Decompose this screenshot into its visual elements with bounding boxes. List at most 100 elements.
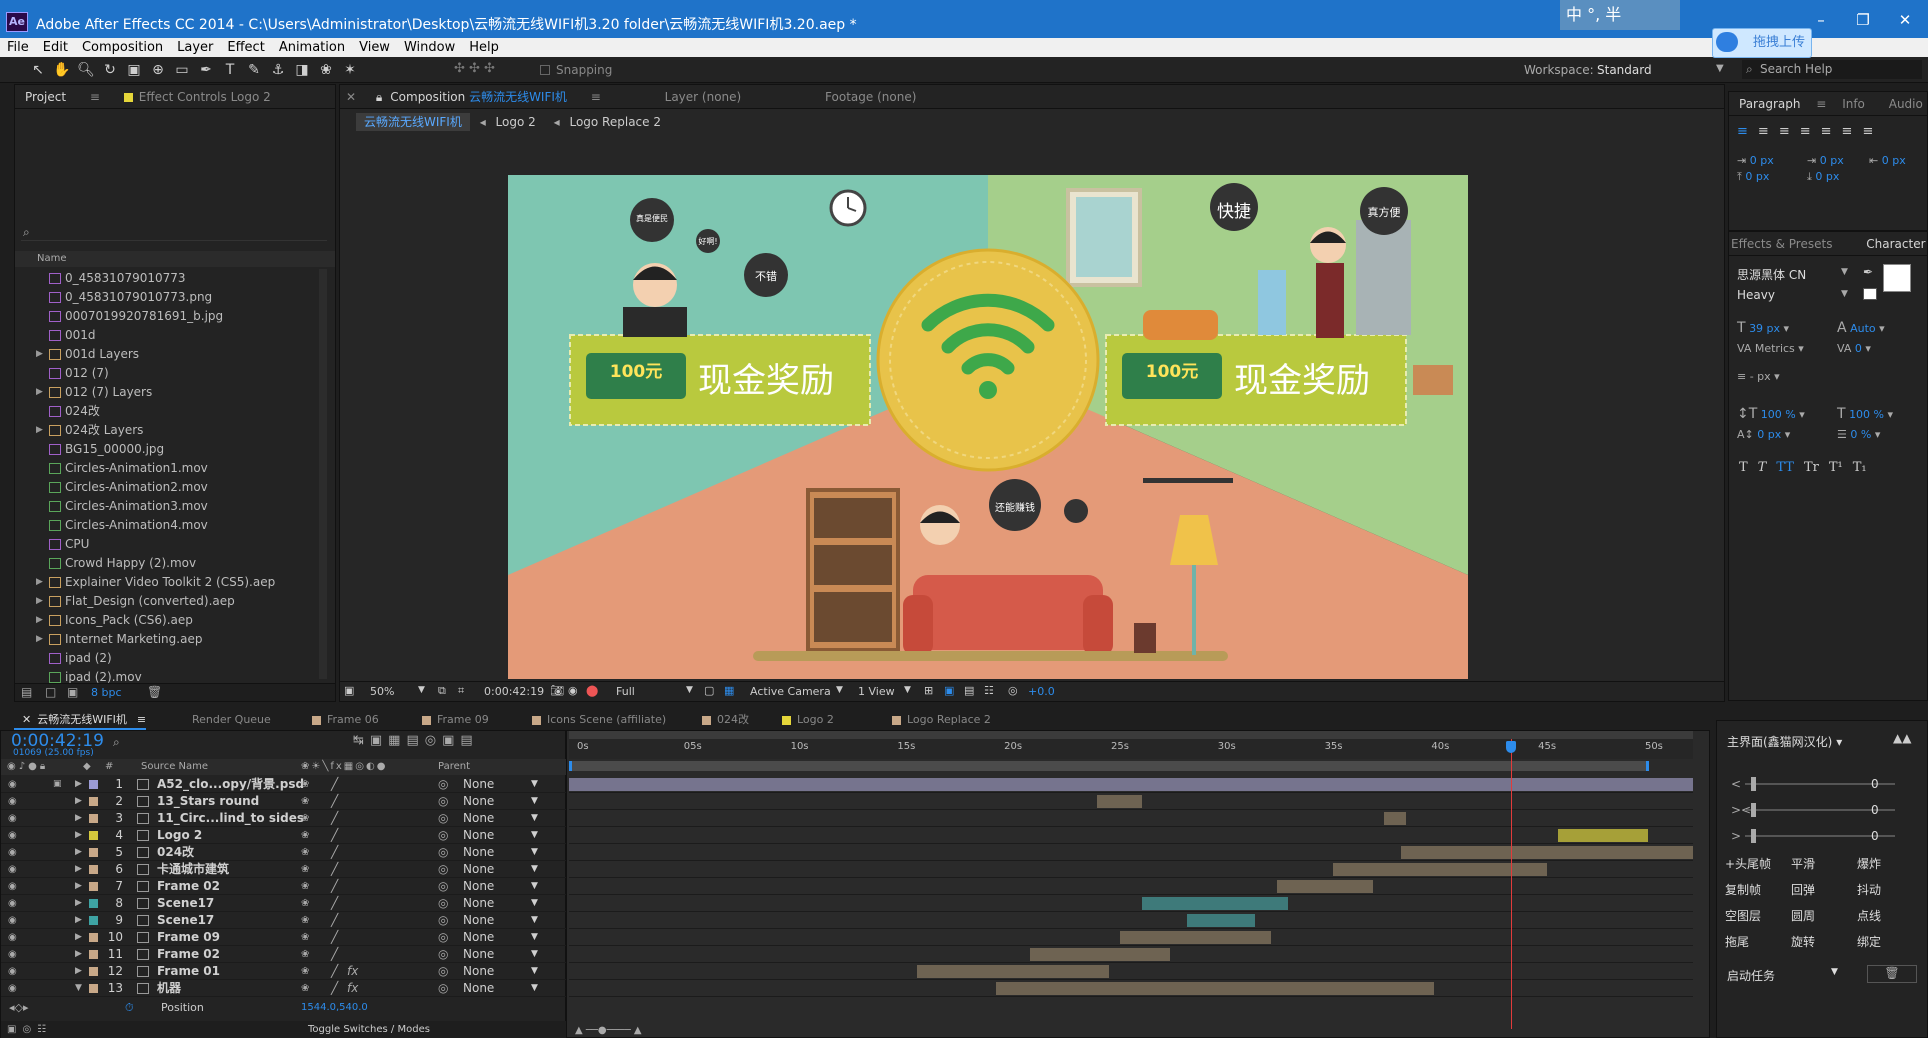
bpc-button[interactable]: 8 bpc (91, 686, 122, 699)
layer-label-swatch[interactable] (89, 950, 98, 959)
project-item[interactable]: ▶ Flat_Design (converted).aep (15, 592, 325, 611)
project-item[interactable]: 0007019920781691_b.jpg (15, 307, 325, 326)
visibility-eye-icon[interactable]: ◉ (8, 810, 17, 827)
type-tool-icon[interactable]: T (220, 60, 240, 80)
font-style-dropdown-icon[interactable]: ▼ (1841, 289, 1848, 299)
roi-icon[interactable]: ▢ (704, 684, 714, 697)
visibility-eye-icon[interactable]: ◉ (8, 912, 17, 929)
layer-row[interactable]: ◉ ▶ 2 13_Stars round ❀ ╱ ◎ None ▼ (1, 793, 567, 810)
tsume-field[interactable]: ☰ 0 % ▾ (1837, 428, 1880, 441)
superscript-button[interactable]: T¹ (1829, 460, 1843, 475)
search-help-input[interactable]: Search Help (1742, 60, 1922, 79)
space-after-field[interactable]: ⤓ 0 px (1807, 170, 1839, 184)
project-item[interactable]: 024改 (15, 402, 325, 421)
camera-dropdown-icon[interactable]: ▼ (836, 685, 843, 695)
resolution-dropdown-icon[interactable]: ▼ (686, 685, 693, 695)
view-layout-select[interactable]: 1 View (858, 685, 895, 698)
new-comp-icon[interactable]: ▣ (67, 685, 78, 699)
layer-expand-icon[interactable]: ▶ (75, 827, 82, 844)
layer-duration-bar[interactable] (917, 965, 1109, 978)
parent-select[interactable]: None (463, 980, 494, 997)
parent-dropdown-icon[interactable]: ▼ (531, 980, 538, 997)
layer-row[interactable]: ◉ ▶ 8 Scene17 ❀ ╱ ◎ None ▼ (1, 895, 567, 912)
parent-dropdown-icon[interactable]: ▼ (531, 912, 538, 929)
menu-composition[interactable]: Composition (75, 38, 170, 57)
layer-duration-bar[interactable] (1142, 897, 1289, 910)
layer-row[interactable]: ◉ ▶ 12 Frame 01 ❀ ╱ fx ◎ None ▼ (1, 963, 567, 980)
layer-label-swatch[interactable] (89, 967, 98, 976)
project-item[interactable]: 012 (7) (15, 364, 325, 383)
visibility-eye-icon[interactable]: ◉ (8, 878, 17, 895)
layer-name[interactable]: 024改 (157, 844, 194, 861)
position-value[interactable]: 1544.0,540.0 (301, 999, 368, 1016)
current-time[interactable]: 0:00:42:19 (484, 685, 544, 698)
grid-icon[interactable]: ⌗ (458, 684, 464, 698)
playhead-handle[interactable] (1505, 741, 1516, 753)
project-item[interactable]: ▶ Explainer Video Toolkit 2 (CS5).aep (15, 573, 325, 592)
start-task-select[interactable]: 启动任务 ▼ (1727, 967, 1847, 984)
timeline-tab[interactable]: 024改 (694, 710, 749, 730)
parent-dropdown-icon[interactable]: ▼ (531, 810, 538, 827)
project-item[interactable]: CPU (15, 535, 325, 554)
tab-info[interactable]: Info (1832, 92, 1875, 115)
project-item[interactable]: ▶ 012 (7) Layers (15, 383, 325, 402)
layer-expand-icon[interactable]: ▶ (75, 878, 82, 895)
quality-switch-icon[interactable]: ╱ (331, 810, 338, 827)
toggle-switches-modes[interactable]: Toggle Switches / Modes (308, 1021, 430, 1038)
footer-icons[interactable]: ▣◎☷ (7, 1021, 52, 1038)
parent-pickwhip-icon[interactable]: ◎ (438, 980, 448, 997)
quality-switch-icon[interactable]: ╱ (331, 827, 338, 844)
layer-expand-icon[interactable]: ▶ (75, 929, 82, 946)
tool-button[interactable]: 旋转 (1791, 933, 1815, 950)
layer-row[interactable]: ◉ ▶ 4 Logo 2 ❀ ╱ ◎ None ▼ (1, 827, 567, 844)
project-item[interactable]: 0_45831079010773.png (15, 288, 325, 307)
layer-label-swatch[interactable] (89, 916, 98, 925)
hscale-field[interactable]: T 100 % ▾ (1837, 406, 1893, 422)
project-item[interactable]: Circles-Animation3.mov (15, 497, 325, 516)
parent-dropdown-icon[interactable]: ▼ (531, 844, 538, 861)
tool-button[interactable]: 平滑 (1791, 855, 1815, 872)
leading-field[interactable]: A Auto ▾ (1837, 320, 1885, 336)
tool-button[interactable]: 复制帧 (1725, 881, 1761, 898)
visibility-eye-icon[interactable]: ◉ (8, 963, 17, 980)
close-tab-icon[interactable]: ✕ (22, 713, 31, 726)
timeline-tab[interactable]: Frame 09 (414, 710, 489, 730)
timeline-switch-icons[interactable]: ↹▣▦▤◎▣▤ (353, 733, 479, 748)
quality-switch-icon[interactable]: ╱ (331, 844, 338, 861)
parent-pickwhip-icon[interactable]: ◎ (438, 810, 448, 827)
rectangle-tool-icon[interactable]: ▭ (172, 60, 192, 80)
quality-switch-icon[interactable]: ╱ (331, 878, 338, 895)
parent-pickwhip-icon[interactable]: ◎ (438, 827, 448, 844)
magnification-select[interactable]: 50% (370, 685, 394, 698)
kerning-field[interactable]: VA Metrics ▾ (1737, 342, 1804, 355)
task-delete-button[interactable]: 🗑︎ (1867, 965, 1917, 983)
exposure-value[interactable]: +0.0 (1028, 685, 1055, 698)
parent-pickwhip-icon[interactable]: ◎ (438, 861, 448, 878)
parent-dropdown-icon[interactable]: ▼ (531, 878, 538, 895)
breadcrumb-logo-replace2[interactable]: Logo Replace 2 (569, 115, 661, 129)
justify-all-icon[interactable]: ≡ (1862, 124, 1883, 139)
always-preview-icon[interactable]: ▣ (344, 684, 354, 697)
ime-indicator[interactable]: 中 °, 半 (1560, 0, 1680, 30)
visibility-eye-icon[interactable]: ◉ (8, 861, 17, 878)
stroke-swatch[interactable] (1863, 288, 1877, 300)
expand-arrow-icon[interactable]: ▶ (36, 421, 43, 440)
tool-button[interactable]: +头尾帧 (1725, 855, 1771, 872)
parent-pickwhip-icon[interactable]: ◎ (438, 963, 448, 980)
snapping-checkbox[interactable] (540, 65, 550, 75)
parent-pickwhip-icon[interactable]: ◎ (438, 793, 448, 810)
timeline-tab[interactable]: Logo 2 (774, 710, 834, 730)
roto-tool-icon[interactable]: ❀ (316, 60, 336, 80)
eyedropper-icon[interactable]: ✒ (1863, 265, 1873, 279)
layer-duration-bar[interactable] (1400, 846, 1693, 859)
timeline-tab[interactable]: Render Queue (184, 710, 271, 730)
layer-name[interactable]: 机器 (157, 980, 181, 997)
faux-bold-button[interactable]: T (1739, 460, 1748, 475)
zoom-slider[interactable]: ▲ ──●──── ▲ (575, 1026, 665, 1036)
layer-expand-icon[interactable]: ▶ (75, 895, 82, 912)
visibility-eye-icon[interactable]: ◉ (8, 844, 17, 861)
indent-first-field[interactable]: ⇥ 0 px (1807, 154, 1844, 167)
fast-preview-icon[interactable]: ▣ (944, 684, 954, 697)
tool-button[interactable]: 爆炸 (1857, 855, 1881, 872)
shy-switch-icon[interactable]: ❀ (301, 980, 309, 997)
